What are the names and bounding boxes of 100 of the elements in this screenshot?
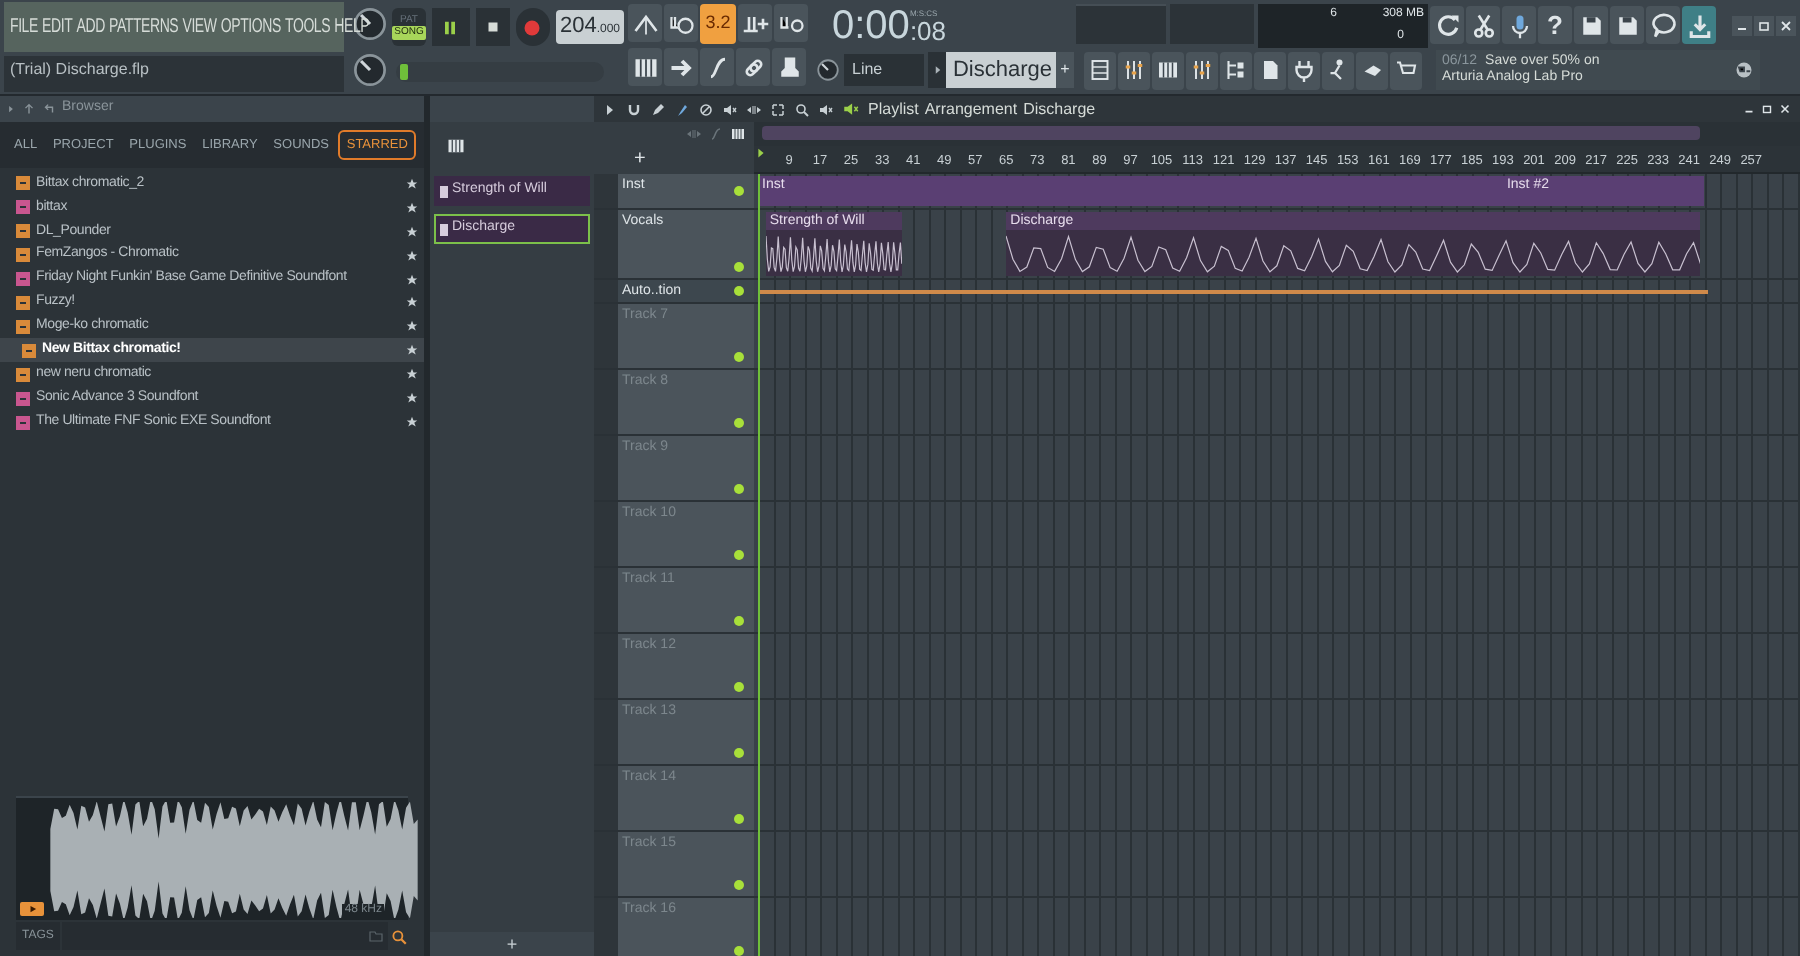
add-pattern-button[interactable]: + xyxy=(1056,52,1074,88)
select-tool-icon[interactable] xyxy=(770,101,786,117)
star-icon[interactable] xyxy=(406,320,418,333)
step-size-button[interactable]: 3.2 xyxy=(700,4,736,44)
brush-tool-icon[interactable] xyxy=(674,101,690,117)
toolbar-button[interactable] xyxy=(1254,51,1286,89)
breadcrumb-item[interactable]: Discharge xyxy=(1023,97,1096,121)
preview-play-button[interactable] xyxy=(20,902,44,916)
minimize-button[interactable] xyxy=(1732,15,1752,35)
restore-icon xyxy=(1759,102,1773,116)
toolbar-button[interactable] xyxy=(664,4,698,42)
toolbar-button[interactable] xyxy=(1430,6,1464,44)
toolbar-button[interactable] xyxy=(736,48,770,86)
toolbar-button[interactable] xyxy=(774,4,808,42)
star-icon[interactable] xyxy=(406,296,418,309)
menu-item[interactable]: HELP xyxy=(334,12,370,42)
menu-item[interactable]: FILE xyxy=(10,12,38,42)
caret-icon[interactable] xyxy=(6,104,16,114)
close-button[interactable] xyxy=(1776,15,1796,35)
toolbar-button[interactable] xyxy=(700,48,734,86)
menu-item[interactable]: OPTIONS xyxy=(220,12,281,42)
toolbar-button[interactable] xyxy=(628,4,662,42)
toolbar-button[interactable] xyxy=(738,4,772,42)
piano-icon xyxy=(631,53,659,81)
star-icon[interactable] xyxy=(406,225,418,238)
file-icon xyxy=(1258,58,1282,82)
plug-icon xyxy=(1292,58,1316,82)
pattern-menu-button[interactable] xyxy=(928,52,946,88)
mixer-icon xyxy=(1190,58,1214,82)
pencil-tool-icon[interactable] xyxy=(650,101,666,117)
toolbar-button[interactable] xyxy=(664,48,698,86)
pattern-selector[interactable]: Discharge xyxy=(946,52,1056,88)
star-icon[interactable] xyxy=(406,368,418,381)
close-icon xyxy=(1778,17,1794,33)
toolbar-button[interactable] xyxy=(1610,6,1644,44)
restore-button[interactable] xyxy=(1754,15,1774,35)
globe-icon[interactable] xyxy=(1734,60,1754,80)
mute-tool-icon[interactable] xyxy=(698,101,714,117)
master-pitch-slider-thumb[interactable] xyxy=(400,64,408,80)
star-icon[interactable] xyxy=(406,249,418,262)
star-icon[interactable] xyxy=(406,273,418,286)
menu-item[interactable]: VIEW xyxy=(182,12,217,42)
record-icon xyxy=(520,15,545,39)
knob-icon[interactable] xyxy=(816,58,840,82)
soundfont-file-icon xyxy=(16,272,30,287)
toolbar-button[interactable] xyxy=(1574,6,1608,44)
restore-button[interactable] xyxy=(1758,101,1774,117)
toolbar-button[interactable] xyxy=(1220,51,1252,89)
menu-item[interactable]: TOOLS xyxy=(285,12,331,42)
menu-item[interactable]: ADD xyxy=(76,12,105,42)
star-icon[interactable] xyxy=(406,416,418,429)
download-icon xyxy=(1685,11,1713,39)
star-icon[interactable] xyxy=(406,344,418,357)
toolbar-button[interactable] xyxy=(772,48,806,86)
zoom-tool-icon[interactable] xyxy=(794,101,810,117)
toolbar-button[interactable] xyxy=(1118,51,1150,89)
pause-button[interactable] xyxy=(431,8,470,46)
toolbar-button[interactable] xyxy=(1322,51,1354,89)
slip-tool-icon[interactable] xyxy=(746,101,762,117)
speaker-tool-icon[interactable] xyxy=(818,101,834,117)
snap-dropdown[interactable]: Line xyxy=(844,54,924,86)
toolbar-button[interactable] xyxy=(1356,51,1388,89)
toolbar-button[interactable] xyxy=(1288,51,1320,89)
preset-file-icon xyxy=(16,176,30,191)
menu-item[interactable]: PATTERNS xyxy=(109,12,179,42)
toolbar-button[interactable] xyxy=(1646,6,1680,44)
search-icon[interactable] xyxy=(390,927,408,945)
knob-icon[interactable] xyxy=(352,52,388,89)
toolbar-button[interactable] xyxy=(1390,51,1422,89)
pattern-tool-icon[interactable] xyxy=(730,126,746,142)
tags-field[interactable] xyxy=(61,922,388,950)
up-arrow-icon[interactable] xyxy=(22,102,36,116)
stop-button[interactable] xyxy=(475,8,510,46)
caret-tool-icon[interactable] xyxy=(602,101,618,117)
menu-item[interactable]: EDIT xyxy=(42,12,73,42)
speaker-icon[interactable] xyxy=(842,100,860,118)
toolbar-button[interactable] xyxy=(1682,6,1716,44)
caret-icon xyxy=(931,64,943,76)
add-pattern-button[interactable]: + xyxy=(430,932,594,956)
pattern-tool-icon[interactable] xyxy=(446,136,466,156)
toolbar-button[interactable] xyxy=(628,48,662,86)
magnet-tool-icon[interactable] xyxy=(626,101,642,117)
toolbar-button[interactable] xyxy=(1152,51,1184,89)
piano-icon xyxy=(1156,58,1180,82)
star-icon[interactable] xyxy=(406,201,418,214)
help-button[interactable]: ? xyxy=(1538,6,1572,44)
breadcrumb-item[interactable]: Arrangement xyxy=(924,97,1018,121)
close-button[interactable] xyxy=(1776,101,1792,117)
toolbar-button[interactable] xyxy=(1502,6,1536,44)
star-icon[interactable] xyxy=(406,392,418,405)
project-title-field[interactable]: (Trial) Discharge.flp xyxy=(4,56,344,92)
restore-icon xyxy=(1756,17,1772,33)
star-icon[interactable] xyxy=(406,177,418,190)
toolbar-button[interactable] xyxy=(1466,6,1500,44)
back-arrow-icon[interactable] xyxy=(42,102,56,116)
speaker-tool-icon[interactable] xyxy=(722,101,738,117)
toolbar-button[interactable] xyxy=(1084,51,1116,89)
overview-scrollbar[interactable] xyxy=(754,122,1800,146)
add-track-button[interactable]: + xyxy=(634,150,646,170)
toolbar-button[interactable] xyxy=(1186,51,1218,89)
